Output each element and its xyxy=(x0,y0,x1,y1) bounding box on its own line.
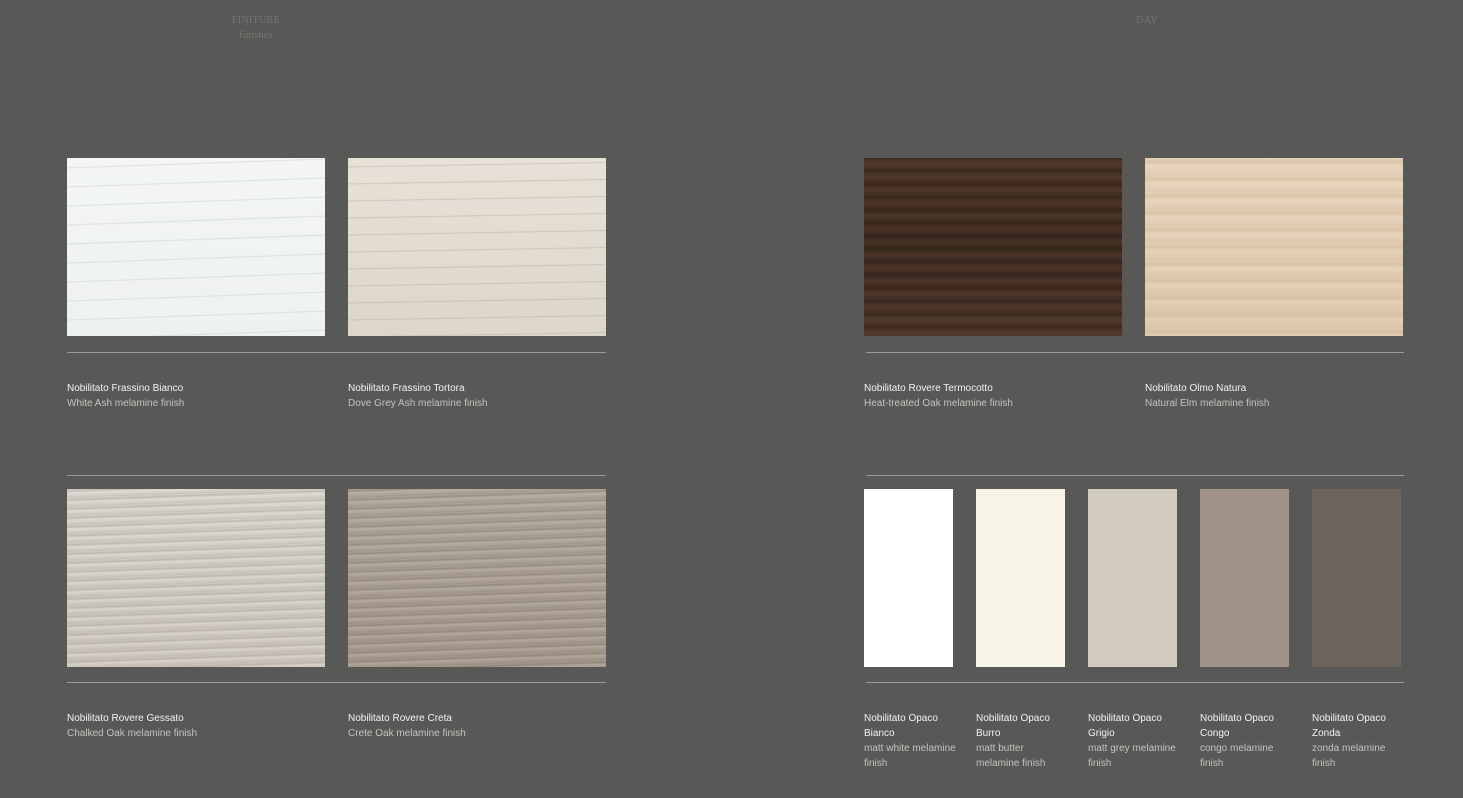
finish-label: Nobilitato Olmo Natura Natural Elm melam… xyxy=(1145,381,1270,411)
swatch-frassino-bianco xyxy=(67,158,325,336)
opaco-name: Nobilitato Opaco Zonda xyxy=(1312,713,1386,739)
section-title-en: finishes xyxy=(239,30,273,41)
finish-name: Nobilitato Rovere Creta xyxy=(348,713,452,724)
finish-desc: Heat-treated Oak melamine finish xyxy=(864,398,1013,409)
opaco-label: Nobilitato Opaco Burro matt butter melam… xyxy=(976,711,1068,771)
opaco-desc: congo melamine finish xyxy=(1200,743,1274,769)
swatch-opaco-congo xyxy=(1200,489,1289,667)
divider xyxy=(67,352,606,353)
finish-name: Nobilitato Frassino Tortora xyxy=(348,383,465,394)
finish-label: Nobilitato Rovere Creta Crete Oak melami… xyxy=(348,711,466,741)
opaco-name: Nobilitato Opaco Congo xyxy=(1200,713,1274,739)
swatch-rovere-creta xyxy=(348,489,606,667)
opaco-label: Nobilitato Opaco Grigio matt grey melami… xyxy=(1088,711,1180,771)
opaco-name: Nobilitato Opaco Bianco xyxy=(864,713,938,739)
finish-label: Nobilitato Rovere Gessato Chalked Oak me… xyxy=(67,711,197,741)
swatch-opaco-burro xyxy=(976,489,1065,667)
divider xyxy=(67,475,606,476)
finish-name: Nobilitato Rovere Gessato xyxy=(67,713,184,724)
finish-name: Nobilitato Olmo Natura xyxy=(1145,383,1247,394)
opaco-desc: matt butter melamine finish xyxy=(976,743,1046,769)
opaco-name: Nobilitato Opaco Grigio xyxy=(1088,713,1162,739)
finish-label: Nobilitato Frassino Tortora Dove Grey As… xyxy=(348,381,488,411)
swatch-frassino-tortora xyxy=(348,158,606,336)
opaco-name: Nobilitato Opaco Burro xyxy=(976,713,1050,739)
finish-name: Nobilitato Frassino Bianco xyxy=(67,383,184,394)
divider xyxy=(866,352,1404,353)
section-title-it: FINITURE xyxy=(232,15,280,26)
finish-name: Nobilitato Rovere Termocotto xyxy=(864,383,993,394)
opaco-desc: matt white melamine finish xyxy=(864,743,956,769)
swatch-rovere-termocotto xyxy=(864,158,1122,336)
finish-desc: White Ash melamine finish xyxy=(67,398,185,409)
swatch-rovere-gessato xyxy=(67,489,325,667)
swatch-opaco-bianco xyxy=(864,489,953,667)
finish-label: Nobilitato Frassino Bianco White Ash mel… xyxy=(67,381,184,411)
opaco-desc: matt grey melamine finish xyxy=(1088,743,1176,769)
swatch-olmo-natura xyxy=(1145,158,1403,336)
section-title: FINITURE finishes xyxy=(206,13,306,43)
opaco-label: Nobilitato Opaco Bianco matt white melam… xyxy=(864,711,956,771)
collection-title: DAY xyxy=(1136,15,1158,26)
divider xyxy=(866,475,1404,476)
swatch-opaco-grigio xyxy=(1088,489,1177,667)
opaco-desc: zonda melamine finish xyxy=(1312,743,1386,769)
divider xyxy=(67,682,606,683)
finish-desc: Chalked Oak melamine finish xyxy=(67,728,198,739)
divider xyxy=(866,682,1404,683)
opaco-label: Nobilitato Opaco Zonda zonda melamine fi… xyxy=(1312,711,1404,771)
finish-desc: Natural Elm melamine finish xyxy=(1145,398,1270,409)
opaco-label: Nobilitato Opaco Congo congo melamine fi… xyxy=(1200,711,1292,771)
finish-desc: Crete Oak melamine finish xyxy=(348,728,466,739)
finish-label: Nobilitato Rovere Termocotto Heat-treate… xyxy=(864,381,1013,411)
swatch-opaco-zonda xyxy=(1312,489,1401,667)
finish-desc: Dove Grey Ash melamine finish xyxy=(348,398,488,409)
